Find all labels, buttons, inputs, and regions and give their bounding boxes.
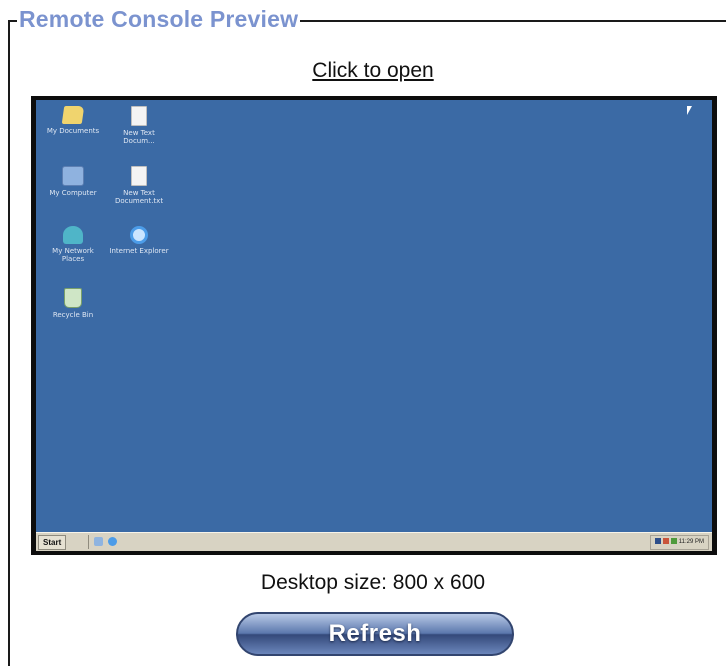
desktop-icon-label: My Computer [49, 189, 97, 197]
desktop-icon-label: My Network Places [52, 247, 94, 263]
fieldset-border-left [8, 20, 10, 666]
recycle-bin-icon [64, 288, 82, 308]
desktop-icon-internet-explorer: Internet Explorer [108, 226, 170, 255]
desktop-icon-my-computer: My Computer [42, 166, 104, 197]
network-places-icon [63, 226, 83, 244]
desktop-icon-text-document: New Text Docum... [108, 106, 170, 145]
desktop-icon-label: Internet Explorer [109, 247, 169, 255]
show-desktop-icon [94, 537, 103, 546]
desktop-icon-label: New Text Docum... [123, 129, 155, 145]
desktop-size-label: Desktop size: 800 x 600 [260, 571, 486, 594]
section-legend: Remote Console Preview [17, 6, 301, 33]
folder-icon [61, 106, 85, 124]
mouse-cursor-icon [687, 106, 692, 115]
desktop-icon-my-network-places: My Network Places [42, 226, 104, 263]
internet-explorer-icon [130, 226, 148, 244]
taskbar-separator [88, 535, 89, 549]
security-tray-icon [670, 538, 677, 545]
taskbar-clock: 11:29 PM [678, 539, 704, 545]
desktop-icon-label: New Text Document.txt [114, 189, 164, 205]
desktop-icon-text-document-txt: New Text Document.txt [108, 166, 170, 205]
volume-tray-icon [662, 538, 669, 545]
taskbar: Start 11:29 PM [36, 532, 712, 551]
document-icon [131, 106, 147, 126]
refresh-button[interactable]: Refresh [236, 612, 514, 656]
desktop-icon-label: Recycle Bin [52, 311, 94, 319]
start-button: Start [38, 535, 67, 550]
remote-desktop: My Documents New Text Docum... My Comput… [36, 100, 712, 551]
system-tray: 11:29 PM [649, 535, 709, 550]
computer-icon [62, 166, 84, 186]
internet-explorer-icon [108, 537, 117, 546]
document-icon [131, 166, 147, 186]
console-preview-thumbnail[interactable]: My Documents New Text Docum... My Comput… [31, 96, 717, 555]
desktop-icon-my-documents: My Documents [42, 106, 104, 135]
desktop-icon-label: My Documents [46, 127, 100, 135]
click-to-open-link[interactable]: Click to open [0, 59, 726, 83]
desktop-icon-recycle-bin: Recycle Bin [42, 288, 104, 319]
network-tray-icon [654, 538, 661, 545]
